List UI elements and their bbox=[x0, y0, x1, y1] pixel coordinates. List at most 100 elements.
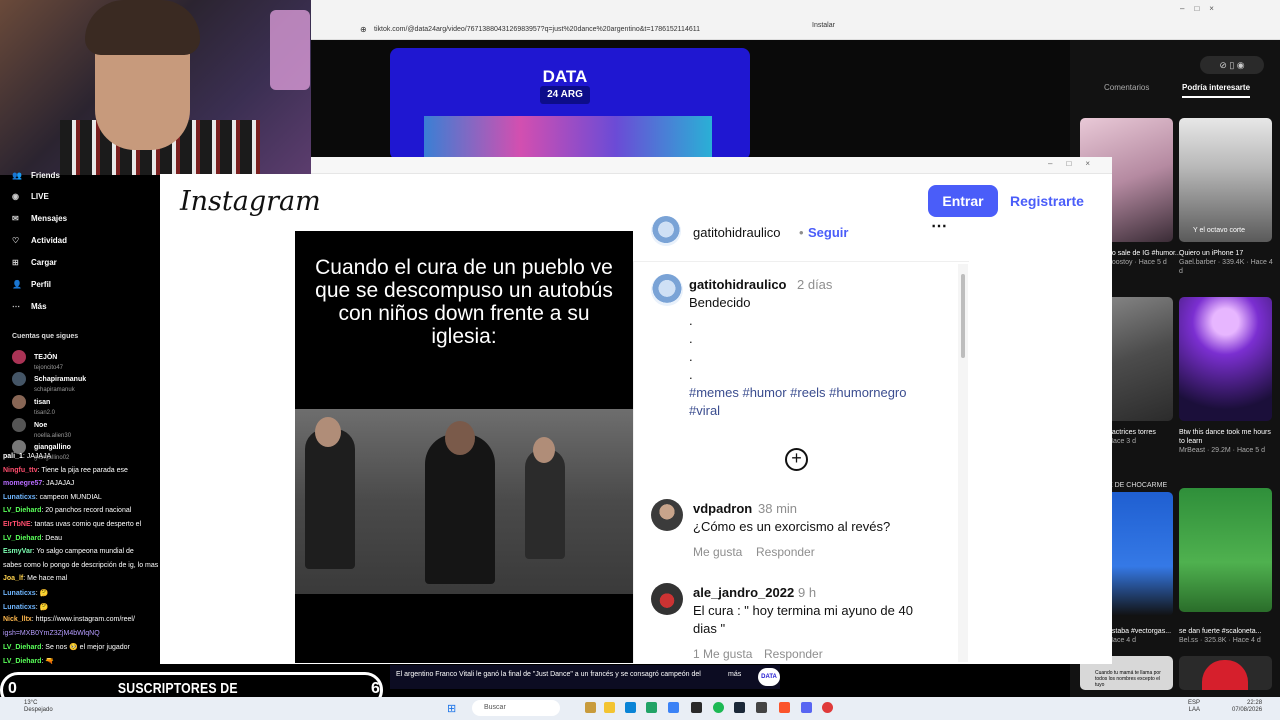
language-indicator[interactable]: ESP LAA bbox=[1188, 700, 1200, 714]
chat-message: momegre57: JAJAJAJ bbox=[3, 480, 74, 487]
steam-icon[interactable] bbox=[734, 702, 745, 713]
taskbar-app-icon[interactable] bbox=[756, 702, 767, 713]
hashtags[interactable]: #viral bbox=[689, 403, 720, 418]
tab-comments[interactable]: Comentarios bbox=[1104, 83, 1149, 92]
discord-icon[interactable] bbox=[801, 702, 812, 713]
taskbar-app-icon[interactable] bbox=[585, 702, 596, 713]
comment-like-button[interactable]: Me gusta bbox=[693, 545, 742, 559]
news-ticker-text: El argentino Franco Vitali le ganó la fi… bbox=[396, 671, 701, 678]
site-info-icon[interactable]: ⊕ bbox=[360, 20, 367, 40]
following-account[interactable]: tisan tisan2.0 bbox=[12, 395, 55, 417]
window-controls[interactable]: –□× bbox=[1048, 159, 1104, 168]
weather-widget[interactable]: 13°C Despejado bbox=[24, 700, 53, 714]
chat-username[interactable]: LV_Diehard bbox=[3, 644, 41, 651]
brave-icon[interactable] bbox=[779, 702, 790, 713]
comment-reply-button[interactable]: Responder bbox=[764, 647, 823, 661]
chat-username[interactable]: EIrTbNE bbox=[3, 521, 31, 528]
caption-meta: Gael.barber · 339.4K · Hace 4 d bbox=[1179, 259, 1273, 275]
taskbar-search[interactable]: Buscar bbox=[472, 700, 560, 716]
chat-message: pali_1: JAJAJA bbox=[3, 453, 51, 460]
live-icon: ◉ bbox=[12, 192, 19, 201]
nav-profile[interactable]: 👤 Perfil bbox=[12, 280, 51, 289]
video-caption: se dan fuerte #scaloneta... Bel.ss · 325.… bbox=[1179, 627, 1274, 645]
login-button[interactable]: Entrar bbox=[928, 185, 998, 217]
edge-icon[interactable] bbox=[646, 702, 657, 713]
file-explorer-icon[interactable] bbox=[604, 702, 615, 713]
load-more-comments-icon[interactable]: + bbox=[785, 448, 808, 471]
data24-logo-text: DATA bbox=[542, 67, 588, 86]
recommended-video-card[interactable] bbox=[1179, 488, 1272, 612]
chat-username[interactable]: Nick_lltx bbox=[3, 616, 32, 623]
hashtags[interactable]: #memes #humor #reels #humornegro bbox=[689, 385, 907, 400]
signup-link[interactable]: Registrarte bbox=[1010, 185, 1090, 217]
avatar[interactable] bbox=[651, 216, 681, 246]
tab-recommendations[interactable]: Podría interesarte bbox=[1182, 83, 1251, 98]
chat-username[interactable]: pali_1 bbox=[3, 453, 23, 460]
lang-code: ESP bbox=[1188, 700, 1201, 706]
following-account[interactable]: Schapiramanuk schapiramanuk bbox=[12, 372, 86, 394]
tiktok-header-icons[interactable]: ⊘ ▯ ◉ bbox=[1200, 56, 1264, 74]
chat-username[interactable]: Lunaticxs bbox=[3, 604, 36, 611]
comments-scrollbar[interactable] bbox=[958, 264, 968, 662]
chat-username[interactable]: LV_Diehard bbox=[3, 658, 41, 665]
comment-text: El cura : " hoy termina mi ayuno de 40 bbox=[693, 603, 913, 618]
following-account[interactable]: Noe noella.alien30 bbox=[12, 418, 71, 440]
taskbar-clock[interactable]: 22:28 07/08/2026 bbox=[1232, 700, 1262, 714]
nav-upload[interactable]: ⊞ Cargar bbox=[12, 258, 57, 267]
tiktok-sidebar-nav: 👥 Friends ◉ LIVE ✉ Mensajes ♡ Actividad ⊞ Car… bbox=[0, 171, 160, 325]
nav-more[interactable]: ⋯ Más bbox=[12, 302, 47, 311]
chat-username[interactable]: EsmyVar bbox=[3, 548, 33, 555]
comment-reply-button[interactable]: Responder bbox=[756, 545, 815, 559]
chat-text: : Se nos 🥺 el mejor jugador bbox=[41, 644, 130, 652]
chat-username[interactable]: Lunaticxs bbox=[3, 494, 36, 501]
avatar[interactable] bbox=[651, 583, 683, 615]
chat-message: LV_Diehard: Deau bbox=[3, 535, 62, 542]
browser-window-controls[interactable]: –□× bbox=[1180, 4, 1224, 13]
avatar[interactable] bbox=[651, 274, 683, 306]
chat-username[interactable]: LV_Diehard bbox=[3, 507, 41, 514]
avatar[interactable] bbox=[651, 499, 683, 531]
chrome-icon[interactable] bbox=[822, 702, 833, 713]
account-name: Noe bbox=[34, 421, 48, 429]
instagram-logo[interactable]: Instagram bbox=[180, 186, 321, 217]
caption-dot: . bbox=[689, 331, 693, 346]
taskbar-app-icon[interactable] bbox=[625, 702, 636, 713]
following-account[interactable]: TEJÓN tejoncito47 bbox=[12, 350, 63, 372]
nav-label: Friends bbox=[31, 171, 60, 180]
nav-friends[interactable]: 👥 Friends bbox=[12, 171, 60, 180]
comment-like-button[interactable]: 1 Me gusta bbox=[693, 647, 752, 661]
recommended-video-card[interactable] bbox=[1179, 297, 1272, 421]
caption-dot: . bbox=[689, 313, 693, 328]
spotify-icon[interactable] bbox=[713, 702, 724, 713]
post-author[interactable]: gatitohidraulico bbox=[693, 225, 780, 240]
more-horizontal-icon[interactable]: ⋯ bbox=[931, 216, 947, 236]
scrollbar-thumb[interactable] bbox=[961, 274, 965, 358]
recommended-video-card[interactable] bbox=[1179, 656, 1272, 690]
install-app-button[interactable]: Instalar bbox=[812, 22, 835, 29]
taskbar-app-icon[interactable] bbox=[668, 702, 679, 713]
chat-username[interactable]: momegre57 bbox=[3, 480, 42, 487]
caption-meta: Hace 3 d bbox=[1108, 438, 1137, 445]
nav-messages[interactable]: ✉ Mensajes bbox=[12, 214, 67, 223]
following-title: Cuentas que sigues bbox=[12, 333, 79, 340]
nav-activity[interactable]: ♡ Actividad bbox=[12, 236, 67, 245]
chat-username[interactable]: Ningfu_ttv bbox=[3, 467, 38, 474]
account-name: TEJÓN bbox=[34, 353, 58, 361]
follow-button[interactable]: Seguir bbox=[808, 225, 848, 240]
reel-video[interactable]: Cuando el cura de un pueblo ve que se de… bbox=[295, 231, 633, 663]
chat-username[interactable]: LV_Diehard bbox=[3, 535, 41, 542]
chat-username[interactable]: Joa_lf bbox=[3, 575, 23, 582]
comment-username[interactable]: ale_jandro_2022 bbox=[693, 585, 794, 600]
chat-username[interactable]: Lunaticxs bbox=[3, 590, 36, 597]
news-more-link[interactable]: más bbox=[728, 671, 741, 678]
recommended-video-card[interactable]: Y el octavo corte bbox=[1179, 118, 1272, 242]
chat-text: igsh=MXB0YmZ3ZjM4bWlqNQ bbox=[3, 629, 100, 637]
comment-username[interactable]: vdpadron bbox=[693, 501, 752, 516]
nav-live[interactable]: ◉ LIVE bbox=[12, 192, 49, 201]
clock-date: 07/08/2026 bbox=[1232, 707, 1263, 713]
caption-username[interactable]: gatitohidraulico bbox=[689, 277, 787, 292]
start-menu-icon[interactable]: ⊞ bbox=[447, 702, 456, 715]
taskbar-app-icon[interactable] bbox=[691, 702, 702, 713]
chat-text: : tantas uvas comio que desperto el bbox=[30, 521, 142, 528]
address-bar[interactable]: ⊕ tiktok.com/@data24arg/video/7671388043… bbox=[360, 20, 920, 40]
